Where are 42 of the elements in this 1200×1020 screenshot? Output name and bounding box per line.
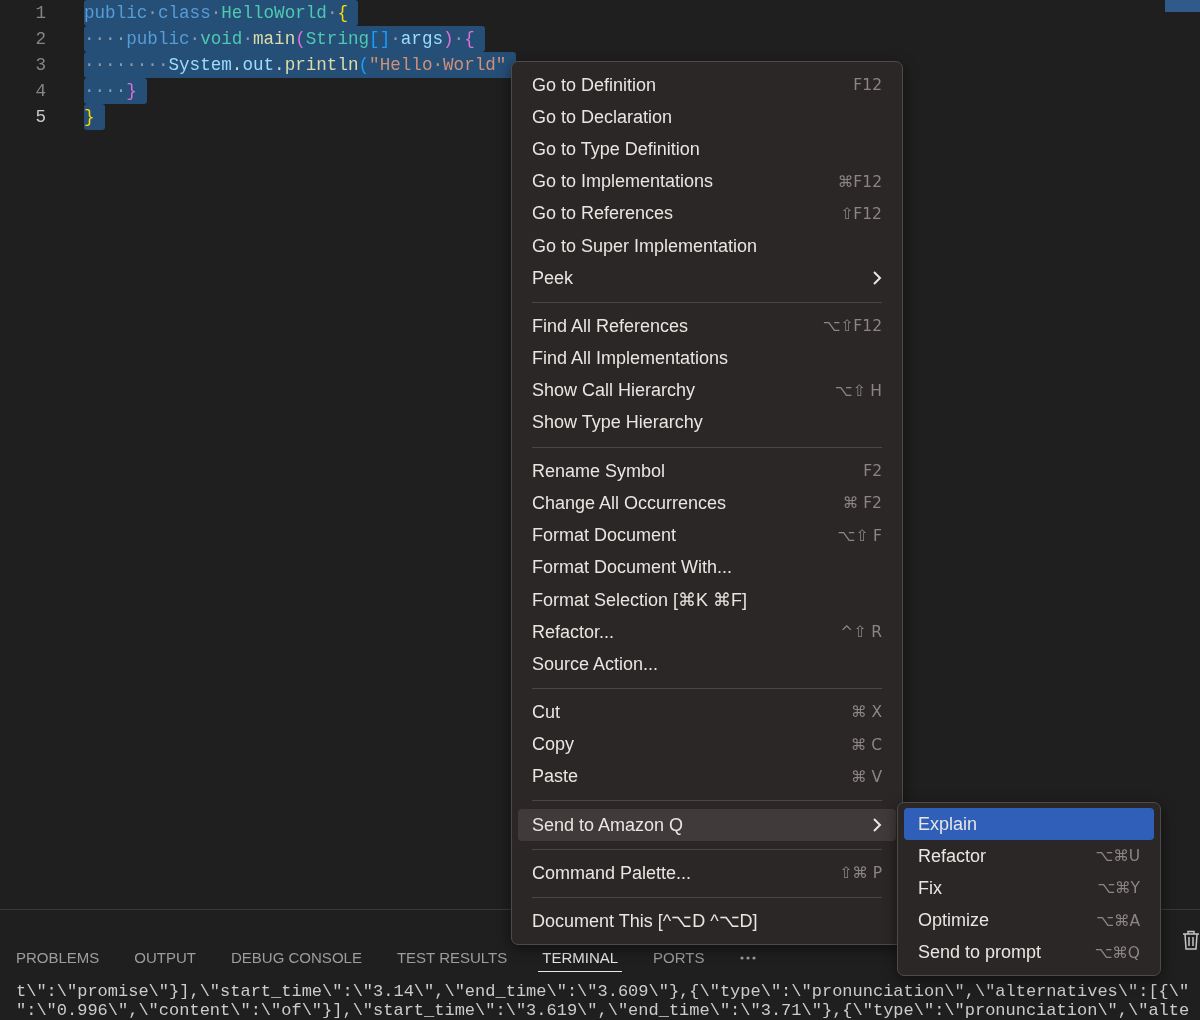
menu-item[interactable]: Go to Type Definition [518, 133, 896, 166]
menu-item[interactable]: Send to Amazon Q [518, 808, 896, 842]
menu-item[interactable]: Format Document ⌥⇧ F [518, 519, 896, 552]
more-icon[interactable] [739, 955, 758, 961]
menu-item[interactable]: Copy ⌘ C [518, 728, 896, 761]
menu-item[interactable]: Refactor... ^⇧ R [518, 616, 896, 649]
menu-item[interactable]: Refactor ⌥⌘U [904, 840, 1154, 873]
line-number: 3 [34, 55, 47, 75]
line-number: 2 [34, 29, 47, 49]
panel-tab[interactable]: PORTS [649, 948, 709, 972]
menu-item[interactable]: Document This [^⌥D ^⌥D] [518, 905, 896, 938]
line-number: 5 [34, 107, 47, 127]
menu-item[interactable]: Format Selection [⌘K ⌘F] [518, 583, 896, 616]
menu-item[interactable]: Peek [518, 262, 896, 295]
line-number: 4 [34, 81, 47, 101]
panel-tab[interactable]: TERMINAL [538, 948, 623, 972]
menu-item[interactable]: Find All Implementations [518, 342, 896, 375]
menu-item[interactable]: Optimize ⌥⌘A [904, 904, 1154, 937]
menu-item[interactable]: Go to Super Implementation [518, 229, 896, 263]
menu-item[interactable]: Go to Definition F12 [518, 69, 896, 102]
menu-item[interactable]: Show Type Hierarchy [518, 406, 896, 440]
menu-item[interactable]: Paste ⌘ V [518, 760, 896, 793]
menu-item[interactable]: Command Palette... ⇧⌘ P [518, 857, 896, 890]
panel-tab[interactable]: OUTPUT [130, 948, 201, 972]
menu-item[interactable]: Go to Declaration [518, 101, 896, 134]
panel-tab[interactable]: DEBUG CONSOLE [227, 948, 366, 972]
menu-item[interactable]: Find All References ⌥⇧F12 [518, 310, 896, 343]
menu-item[interactable]: Send to prompt ⌥⌘Q [904, 936, 1154, 969]
menu-item[interactable]: Cut ⌘ X [518, 696, 896, 729]
menu-item[interactable]: Show Call Hierarchy ⌥⇧ H [518, 374, 896, 407]
trash-icon[interactable] [1182, 930, 1200, 950]
menu-item[interactable]: Rename Symbol F2 [518, 455, 896, 488]
menu-item[interactable]: Source Action... [518, 648, 896, 681]
menu-item[interactable]: Fix ⌥⌘Y [904, 872, 1154, 905]
panel-tab[interactable]: PROBLEMS [12, 948, 104, 972]
line-number: 1 [34, 3, 47, 23]
menu-item[interactable]: Go to Implementations ⌘F12 [518, 165, 896, 198]
menu-item[interactable]: Change All Occurrences ⌘ F2 [518, 487, 896, 520]
menu-item[interactable]: Format Document With... [518, 551, 896, 584]
menu-item[interactable]: Go to References ⇧F12 [518, 197, 896, 230]
panel-tab[interactable]: TEST RESULTS [392, 948, 512, 972]
menu-item[interactable]: Explain [904, 808, 1154, 841]
